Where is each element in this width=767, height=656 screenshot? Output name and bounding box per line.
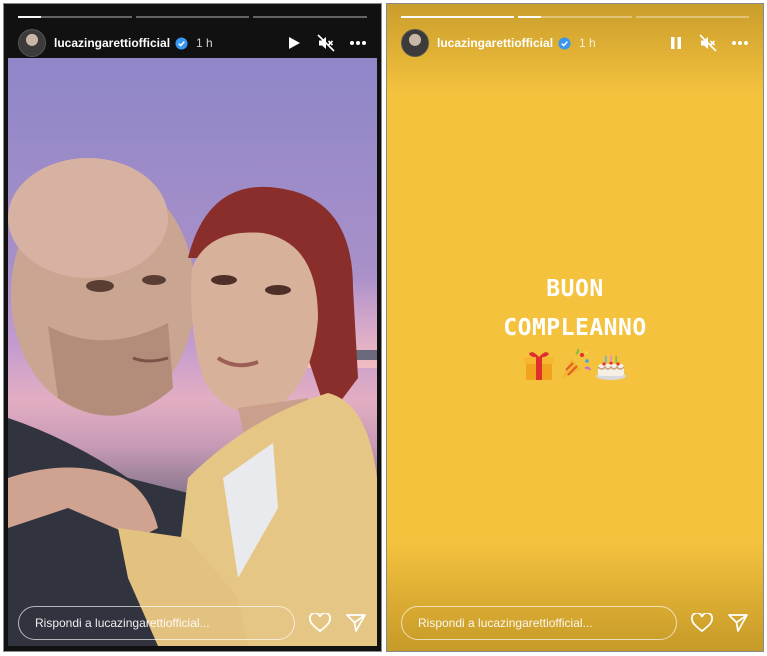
progress-segment-1 (401, 16, 515, 18)
verified-badge-icon (175, 36, 188, 50)
gift-icon (524, 352, 554, 380)
progress-fill-1 (401, 16, 515, 18)
mute-icon[interactable] (317, 34, 335, 52)
emoji-row (387, 348, 763, 382)
reply-input[interactable] (18, 606, 295, 640)
story-right[interactable]: lucazingarettiofficial 1 h BUON COMPLEAN… (386, 3, 764, 652)
verified-badge-icon (558, 36, 571, 50)
reply-bar (18, 605, 367, 641)
post-time: 1 h (579, 36, 596, 50)
greeting-line-1: BUON (546, 276, 604, 302)
username[interactable]: lucazingarettiofficial (437, 36, 553, 50)
pause-icon[interactable] (667, 34, 685, 52)
mute-icon[interactable] (699, 34, 717, 52)
reply-input[interactable] (401, 606, 677, 640)
send-icon[interactable] (345, 612, 367, 634)
avatar[interactable] (18, 29, 46, 57)
progress-segment-2 (135, 16, 250, 18)
story-progress (18, 16, 368, 18)
party-popper-icon (562, 348, 591, 379)
story-progress (401, 16, 749, 18)
heart-icon[interactable] (691, 612, 713, 634)
story-header: lucazingarettiofficial 1 h (401, 26, 749, 60)
progress-fill-2 (518, 16, 541, 18)
more-icon[interactable] (731, 34, 749, 52)
username[interactable]: lucazingarettiofficial (54, 36, 170, 50)
story-header: lucazingarettiofficial 1 h (18, 26, 367, 60)
birthday-cake-icon (596, 351, 626, 380)
progress-fill-1 (18, 16, 41, 18)
progress-segment-1 (18, 16, 132, 18)
send-icon[interactable] (727, 612, 749, 634)
heart-icon[interactable] (309, 612, 331, 634)
story-left[interactable]: lucazingarettiofficial 1 h (3, 3, 382, 652)
progress-segment-3 (253, 16, 368, 18)
avatar[interactable] (401, 29, 429, 57)
post-time: 1 h (196, 36, 213, 50)
greeting-line-2: COMPLEANNO (503, 315, 647, 341)
birthday-greeting: BUON COMPLEANNO (387, 270, 763, 348)
reply-bar (401, 605, 749, 641)
more-icon[interactable] (349, 34, 367, 52)
story-photo (8, 58, 377, 646)
play-icon[interactable] (285, 34, 303, 52)
progress-segment-2 (518, 16, 632, 18)
progress-segment-3 (635, 16, 749, 18)
